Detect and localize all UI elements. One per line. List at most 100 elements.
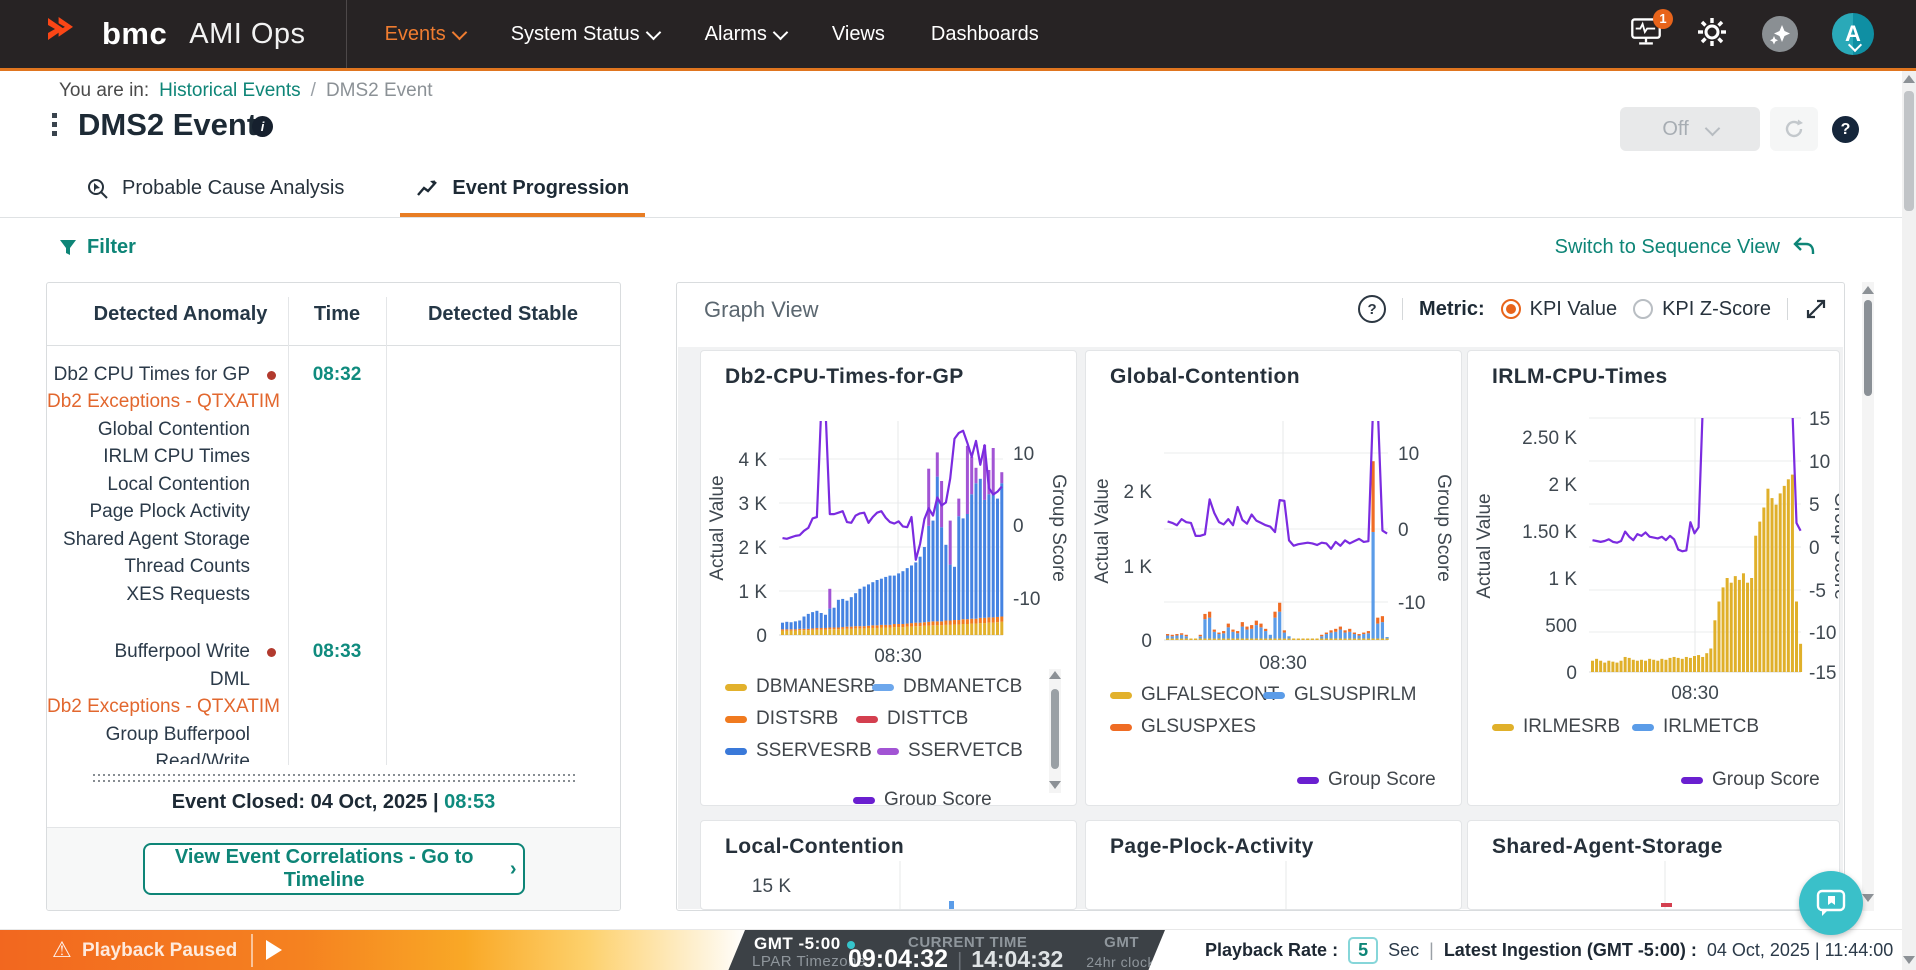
nav-item-dashboards[interactable]: Dashboards — [931, 23, 1039, 46]
info-icon[interactable]: i — [252, 116, 273, 137]
page-scrollbar[interactable] — [1902, 71, 1916, 970]
breadcrumb-current: DMS2 Event — [326, 80, 433, 102]
legend-item-irlmesrb[interactable]: IRLMESRB — [1492, 716, 1620, 738]
chart-card-shared-agent-storage[interactable]: Shared-Agent-Storage — [1467, 820, 1840, 910]
legend-item-distsrb[interactable]: DISTSRB — [725, 708, 838, 730]
chart-card-local-contention[interactable]: Local-Contention 15 K — [700, 820, 1077, 910]
anomaly-row[interactable]: Group Bufferpool — [47, 721, 620, 749]
legend-label: DBMANETCB — [903, 676, 1022, 698]
anomaly-row[interactable]: Thread Counts — [47, 554, 620, 582]
anomaly-row[interactable]: XES Requests — [47, 581, 620, 609]
page-scrollbar-thumb[interactable] — [1904, 91, 1914, 211]
ingestion-value: 04 Oct, 2025 | 11:44:00 — [1707, 940, 1893, 961]
scroll-down-icon[interactable] — [1862, 894, 1874, 902]
anomaly-row[interactable]: Page Plock Activity — [47, 499, 620, 527]
scroll-up-icon[interactable] — [1903, 75, 1915, 83]
settings-button[interactable] — [1696, 16, 1728, 53]
anomaly-row[interactable]: Db2 CPU Times for GP08:32 — [47, 361, 620, 389]
chart-card-global-contention[interactable]: Global-Contention 2 K1 K0100-10Actual Va… — [1085, 350, 1462, 806]
anomaly-name: Group Bufferpool — [47, 724, 288, 746]
chart-card-db2-cpu-times-for-gp[interactable]: Db2-CPU-Times-for-GP 4 K3 K2 K1 K0100-10… — [700, 350, 1077, 806]
chevron-down-icon — [773, 24, 789, 40]
scroll-up-icon[interactable] — [1862, 286, 1874, 294]
playback-info: Playback Rate : 5 Sec | Latest Ingestion… — [1205, 930, 1893, 970]
legend-item-group-score[interactable]: Group Score — [1297, 769, 1436, 791]
chart-card-irlm-cpu-times[interactable]: IRLM-CPU-Times 2.50 K2 K1.50 K1 K5000151… — [1467, 350, 1840, 806]
svg-text:Actual Value: Actual Value — [1474, 493, 1495, 598]
user-menu[interactable]: A — [1832, 13, 1860, 55]
legend-item-sservetcb[interactable]: SSERVETCB — [877, 740, 1023, 762]
legend-color-pill — [725, 716, 747, 723]
legend-item-dbmanesrb[interactable]: DBMANESRB — [725, 676, 876, 698]
legend-item-glsuspxes[interactable]: GLSUSPXES — [1110, 716, 1256, 738]
legend-color-pill — [856, 716, 878, 723]
legend-label: GLFALSECONT — [1141, 684, 1279, 706]
svg-text:Actual Value: Actual Value — [707, 475, 728, 580]
radio-unselected-icon — [1633, 299, 1653, 319]
timeline-scrubber[interactable] — [93, 774, 576, 783]
radio-label: KPI Value — [1530, 298, 1617, 321]
refresh-icon — [1783, 118, 1805, 140]
legend-item-group-score[interactable]: Group Score — [1681, 769, 1820, 791]
graph-help-icon[interactable]: ? — [1358, 295, 1386, 323]
svg-text:2 K: 2 K — [1123, 482, 1152, 503]
legend-item-glsuspirlm[interactable]: GLSUSPIRLM — [1263, 684, 1416, 706]
svg-text:Group Score: Group Score — [1830, 492, 1840, 600]
anomaly-row[interactable]: IRLM CPU Times — [47, 444, 620, 472]
legend-item-glfalsecont[interactable]: GLFALSECONT — [1110, 684, 1279, 706]
nav-item-label: Events — [385, 23, 446, 46]
legend-item-dbmanetcb[interactable]: DBMANETCB — [872, 676, 1022, 698]
legend-item-group-score-clipped[interactable]: Group Score — [853, 789, 992, 806]
divider — [1402, 298, 1403, 320]
help-button[interactable]: ? — [1832, 116, 1859, 143]
nav-item-system-status[interactable]: System Status — [511, 23, 659, 46]
legend-label: Group Score — [1712, 769, 1820, 791]
anomaly-row[interactable]: Db2 Exceptions - QTXATIM — [47, 694, 620, 722]
nav-item-alarms[interactable]: Alarms — [705, 23, 786, 46]
brand-logo[interactable]: bmc AMI Ops — [0, 16, 306, 52]
legend-item-sservesrb[interactable]: SSERVESRB — [725, 740, 872, 762]
anomaly-row[interactable]: Read/Write — [47, 749, 620, 765]
play-button[interactable] — [266, 940, 282, 960]
filter-button[interactable]: Filter — [59, 236, 136, 259]
chart-card-page-plock-activity[interactable]: Page-Plock-Activity — [1085, 820, 1462, 910]
system-monitor-button[interactable]: 1 — [1630, 17, 1662, 52]
breadcrumb-link-historical-events[interactable]: Historical Events — [159, 80, 301, 102]
chart-canvas — [1086, 821, 1462, 910]
view-event-correlations-button[interactable]: View Event Correlations - Go to Timeline… — [143, 843, 525, 895]
svg-text:08:30: 08:30 — [1259, 653, 1307, 674]
anomaly-row[interactable]: Local Contention — [47, 471, 620, 499]
auto-refresh-toggle[interactable]: Off — [1620, 107, 1760, 151]
legend-item-disttcb[interactable]: DISTTCB — [856, 708, 968, 730]
switch-to-sequence-view-link[interactable]: Switch to Sequence View — [1555, 236, 1816, 259]
svg-text:0: 0 — [1013, 516, 1024, 537]
anomaly-row[interactable]: Bufferpool Write08:33 — [47, 639, 620, 667]
legend-color-pill — [1681, 777, 1703, 784]
chevron-down-icon — [1704, 120, 1720, 136]
nav-item-events[interactable]: Events — [385, 23, 465, 46]
anomaly-row[interactable]: Global Contention — [47, 416, 620, 444]
anomaly-row[interactable]: Db2 Exceptions - QTXATIM — [47, 389, 620, 417]
chat-help-fab[interactable] — [1799, 871, 1863, 935]
chart-canvas: 15 K — [701, 821, 1077, 910]
event-closed-time: 08:53 — [444, 791, 495, 813]
playback-rate-value[interactable]: 5 — [1348, 937, 1378, 964]
tab-probable-cause-analysis[interactable]: Probable Cause Analysis — [86, 160, 344, 217]
anomaly-row[interactable]: DML — [47, 666, 620, 694]
assistant-button[interactable] — [1762, 16, 1798, 52]
nav-item-label: Views — [832, 23, 885, 46]
svg-text:08:30: 08:30 — [1671, 683, 1719, 704]
graph-scrollbar[interactable] — [1862, 282, 1874, 911]
anomaly-row[interactable]: Shared Agent Storage — [47, 526, 620, 554]
radio-kpi-z-score[interactable]: KPI Z-Score — [1633, 298, 1771, 321]
nav-item-views[interactable]: Views — [832, 23, 885, 46]
kebab-menu-icon[interactable] — [52, 113, 57, 136]
scroll-down-icon[interactable] — [1903, 956, 1915, 964]
graph-scrollbar-thumb[interactable] — [1864, 300, 1872, 396]
tab-event-progression[interactable]: Event Progression — [416, 160, 629, 217]
expand-icon[interactable] — [1804, 297, 1828, 321]
refresh-button[interactable] — [1770, 107, 1818, 151]
svg-text:15 K: 15 K — [752, 876, 791, 897]
legend-item-irlmetcb[interactable]: IRLMETCB — [1632, 716, 1759, 738]
radio-kpi-value[interactable]: KPI Value — [1501, 298, 1617, 321]
